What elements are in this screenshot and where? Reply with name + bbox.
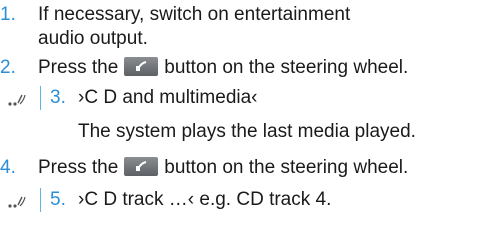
- step-text-before: Press the: [38, 57, 119, 78]
- steering-wheel-voice-button-icon: [124, 157, 159, 176]
- step-number: 5.: [50, 189, 66, 210]
- instruction-list: 1. If necessary, switch on entertainment…: [0, 0, 493, 249]
- voice-command-icon: [8, 94, 26, 106]
- step-text-before: Press the: [38, 157, 119, 178]
- step-number: 4.: [0, 157, 16, 178]
- step-3-note: The system plays the last media played.: [78, 121, 416, 142]
- step-number: 3.: [50, 87, 66, 108]
- voice-command-text: ›C D track …‹ e.g. CD track 4.: [78, 189, 332, 210]
- voice-divider: [40, 86, 41, 110]
- step-text-after: button on the steering wheel.: [164, 157, 409, 178]
- step-number: 1.: [0, 4, 16, 25]
- step-number: 2.: [0, 57, 16, 78]
- steering-wheel-voice-button-icon: [124, 57, 159, 76]
- step-text: If necessary, switch on entertainment au…: [38, 4, 351, 49]
- step-1: 1. If necessary, switch on entertainment…: [0, 3, 493, 49]
- voice-command-text: ›C D and multimedia‹: [78, 87, 258, 108]
- voice-divider: [40, 188, 41, 212]
- step-text-after: button on the steering wheel.: [164, 57, 409, 78]
- voice-command-icon: [8, 196, 26, 208]
